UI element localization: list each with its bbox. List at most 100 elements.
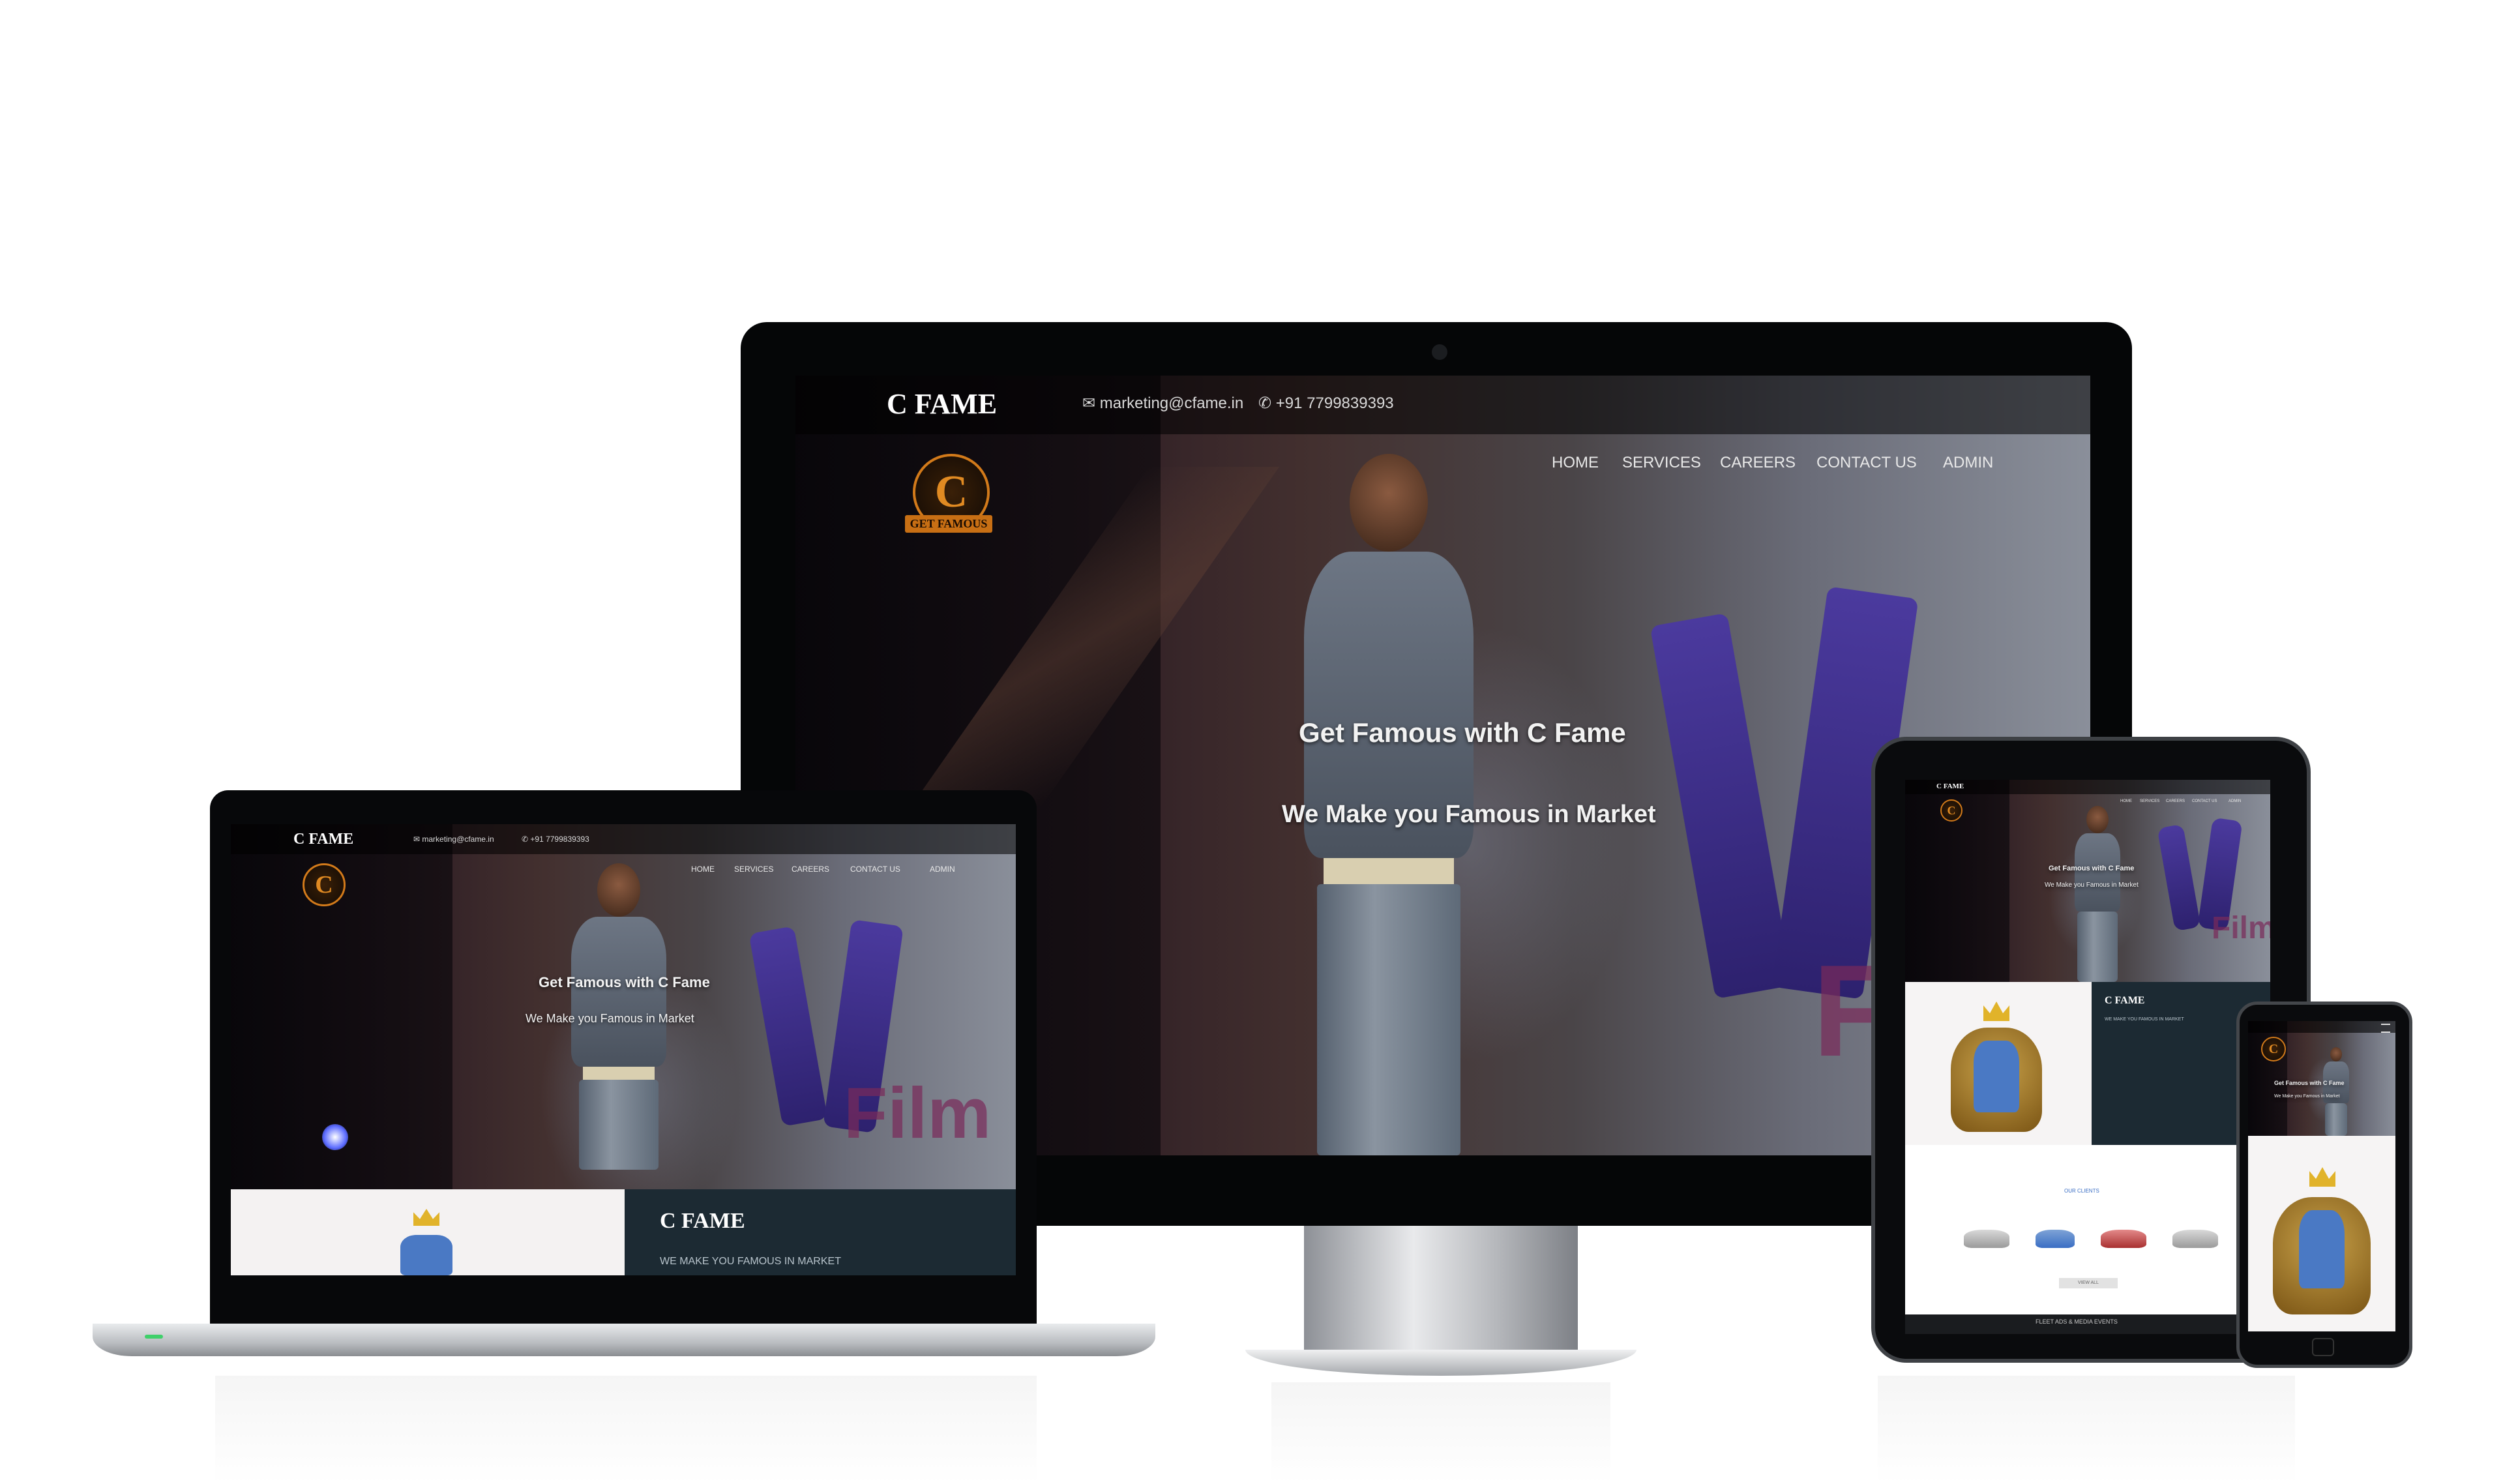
logo-text: C FAME bbox=[2105, 995, 2145, 1006]
mail-icon: ✉ bbox=[1082, 394, 1100, 412]
about-heading: WE MAKE YOU FAMOUS IN MARKET bbox=[660, 1256, 841, 1267]
nav-home[interactable]: HOME bbox=[2120, 799, 2132, 803]
nav-admin[interactable]: ADMIN bbox=[1943, 454, 1993, 472]
tablet-screen: Film C FAME C HOME SERVICES CAREERS CONT… bbox=[1905, 780, 2270, 1334]
suit-shape bbox=[2299, 1210, 2345, 1288]
logo-text: C FAME bbox=[887, 388, 998, 420]
king-illustration bbox=[381, 1209, 472, 1275]
logo-text: C FAME bbox=[660, 1209, 745, 1233]
laptop-led bbox=[145, 1335, 163, 1339]
hero-subtitle: We Make you Famous in Market bbox=[1282, 801, 1656, 828]
monitor-stand-base bbox=[1245, 1350, 1637, 1376]
crest-ribbon: GET FAMOUS bbox=[905, 515, 992, 533]
nav-admin[interactable]: ADMIN bbox=[2229, 799, 2241, 803]
view-all-label: VIEW ALL bbox=[2078, 1281, 2099, 1285]
crest-letter: C bbox=[1947, 803, 1956, 817]
phone-link[interactable]: ✆ +91 7799839393 bbox=[1258, 394, 1394, 413]
person-belt bbox=[583, 1067, 655, 1080]
suit-shape bbox=[400, 1235, 452, 1275]
hero-title: Get Famous with C Fame bbox=[1299, 717, 1626, 748]
nav-contact[interactable]: CONTACT US bbox=[2192, 799, 2217, 803]
about-heading: WE MAKE YOU FAMOUS IN MARKET bbox=[2105, 1017, 2184, 1022]
hero-subtitle: We Make you Famous in Market bbox=[2045, 882, 2139, 889]
crown-icon bbox=[413, 1209, 439, 1226]
mail-icon: ✉ bbox=[413, 835, 422, 844]
client-logo-3 bbox=[2101, 1230, 2146, 1248]
film-word: Film bbox=[2212, 911, 2270, 945]
clients-heading: OUR CLIENTS bbox=[2064, 1188, 2099, 1194]
logo-text: C FAME bbox=[293, 831, 354, 848]
email-text: marketing@cfame.in bbox=[1099, 394, 1244, 412]
cfame-logo[interactable]: C FAME bbox=[1936, 782, 1964, 790]
film-word: Film bbox=[844, 1073, 992, 1153]
nav-contact[interactable]: CONTACT US bbox=[850, 865, 900, 874]
crest-logo[interactable]: C bbox=[2261, 1037, 2286, 1061]
person-legs bbox=[1317, 884, 1460, 1155]
nav-careers[interactable]: CAREERS bbox=[792, 865, 829, 874]
monitor-camera bbox=[1432, 344, 1447, 360]
phone-screen: C Get Famous with C Fame We Make you Fam… bbox=[2248, 1021, 2395, 1331]
phone-link[interactable]: ✆ +91 7799839393 bbox=[522, 835, 589, 844]
phone-icon: ✆ bbox=[522, 835, 531, 844]
king-illustration bbox=[2266, 1158, 2377, 1314]
client-logo-2 bbox=[2036, 1230, 2075, 1248]
crest-letter: C bbox=[934, 467, 968, 517]
top-bar bbox=[2248, 1021, 2395, 1033]
person-legs bbox=[2325, 1103, 2347, 1136]
king-illustration bbox=[1944, 995, 2049, 1132]
cfame-logo[interactable]: C FAME bbox=[887, 387, 997, 421]
person-legs bbox=[2077, 912, 2118, 982]
email-link[interactable]: ✉ marketing@cfame.in bbox=[1082, 394, 1243, 413]
nav-services[interactable]: SERVICES bbox=[1622, 454, 1701, 472]
about-logo: C FAME bbox=[660, 1209, 745, 1234]
phone-text: +91 7799839393 bbox=[530, 835, 589, 844]
hero-title: Get Famous with C Fame bbox=[2274, 1080, 2345, 1086]
crown-icon bbox=[1983, 1002, 2009, 1021]
laptop-reflection bbox=[215, 1376, 1037, 1484]
monitor-reflection bbox=[1271, 1382, 1610, 1484]
crest-logo[interactable]: C bbox=[303, 863, 346, 906]
nav-services[interactable]: SERVICES bbox=[734, 865, 773, 874]
crest-letter: C bbox=[2268, 1041, 2279, 1056]
phone-icon: ✆ bbox=[1258, 394, 1276, 412]
person-torso bbox=[2075, 833, 2120, 912]
nav-services[interactable]: SERVICES bbox=[2140, 799, 2159, 803]
hero-title: Get Famous with C Fame bbox=[539, 974, 710, 990]
about-logo: C FAME bbox=[2105, 995, 2144, 1007]
footer-heading: FLEET ADS & MEDIA EVENTS bbox=[2036, 1318, 2118, 1325]
person-torso bbox=[571, 917, 666, 1067]
crest-logo[interactable]: C bbox=[1940, 799, 1963, 822]
nav-careers[interactable]: CAREERS bbox=[2166, 799, 2185, 803]
email-text: marketing@cfame.in bbox=[422, 835, 494, 844]
stage-light bbox=[322, 1124, 348, 1150]
person-head bbox=[2330, 1047, 2342, 1061]
hero-title: Get Famous with C Fame bbox=[2049, 865, 2135, 872]
hero-subtitle: We Make you Famous in Market bbox=[2274, 1094, 2340, 1099]
nav-home[interactable]: HOME bbox=[1552, 454, 1599, 472]
cfame-logo[interactable]: C FAME bbox=[293, 831, 353, 848]
person-head bbox=[597, 863, 640, 917]
person-head bbox=[2086, 806, 2109, 833]
logo-text: C FAME bbox=[1936, 782, 1964, 790]
person-belt bbox=[1324, 858, 1454, 884]
view-all-button[interactable]: VIEW ALL bbox=[2059, 1278, 2118, 1288]
phone-home-button bbox=[2312, 1338, 2334, 1356]
crest-letter: C bbox=[315, 871, 333, 898]
person-legs bbox=[579, 1080, 659, 1170]
client-logo-1 bbox=[1964, 1230, 2009, 1248]
nav-contact[interactable]: CONTACT US bbox=[1816, 454, 1917, 472]
tablet-reflection bbox=[1878, 1376, 2295, 1484]
menu-icon[interactable] bbox=[2381, 1024, 2390, 1033]
suit-shape bbox=[1974, 1041, 2019, 1112]
phone-hero: C Get Famous with C Fame We Make you Fam… bbox=[2248, 1021, 2395, 1136]
hero-subtitle: We Make you Famous in Market bbox=[526, 1012, 694, 1025]
nav-home[interactable]: HOME bbox=[691, 865, 715, 874]
person-head bbox=[1350, 454, 1428, 552]
phone-text: +91 7799839393 bbox=[1275, 394, 1394, 412]
laptop-base bbox=[93, 1324, 1155, 1356]
nav-careers[interactable]: CAREERS bbox=[1720, 454, 1796, 472]
email-link[interactable]: ✉ marketing@cfame.in bbox=[413, 835, 494, 844]
nav-admin[interactable]: ADMIN bbox=[930, 865, 955, 874]
hero-person bbox=[2320, 1047, 2352, 1136]
tablet-hero: Film C FAME C HOME SERVICES CAREERS CONT… bbox=[1905, 780, 2270, 982]
